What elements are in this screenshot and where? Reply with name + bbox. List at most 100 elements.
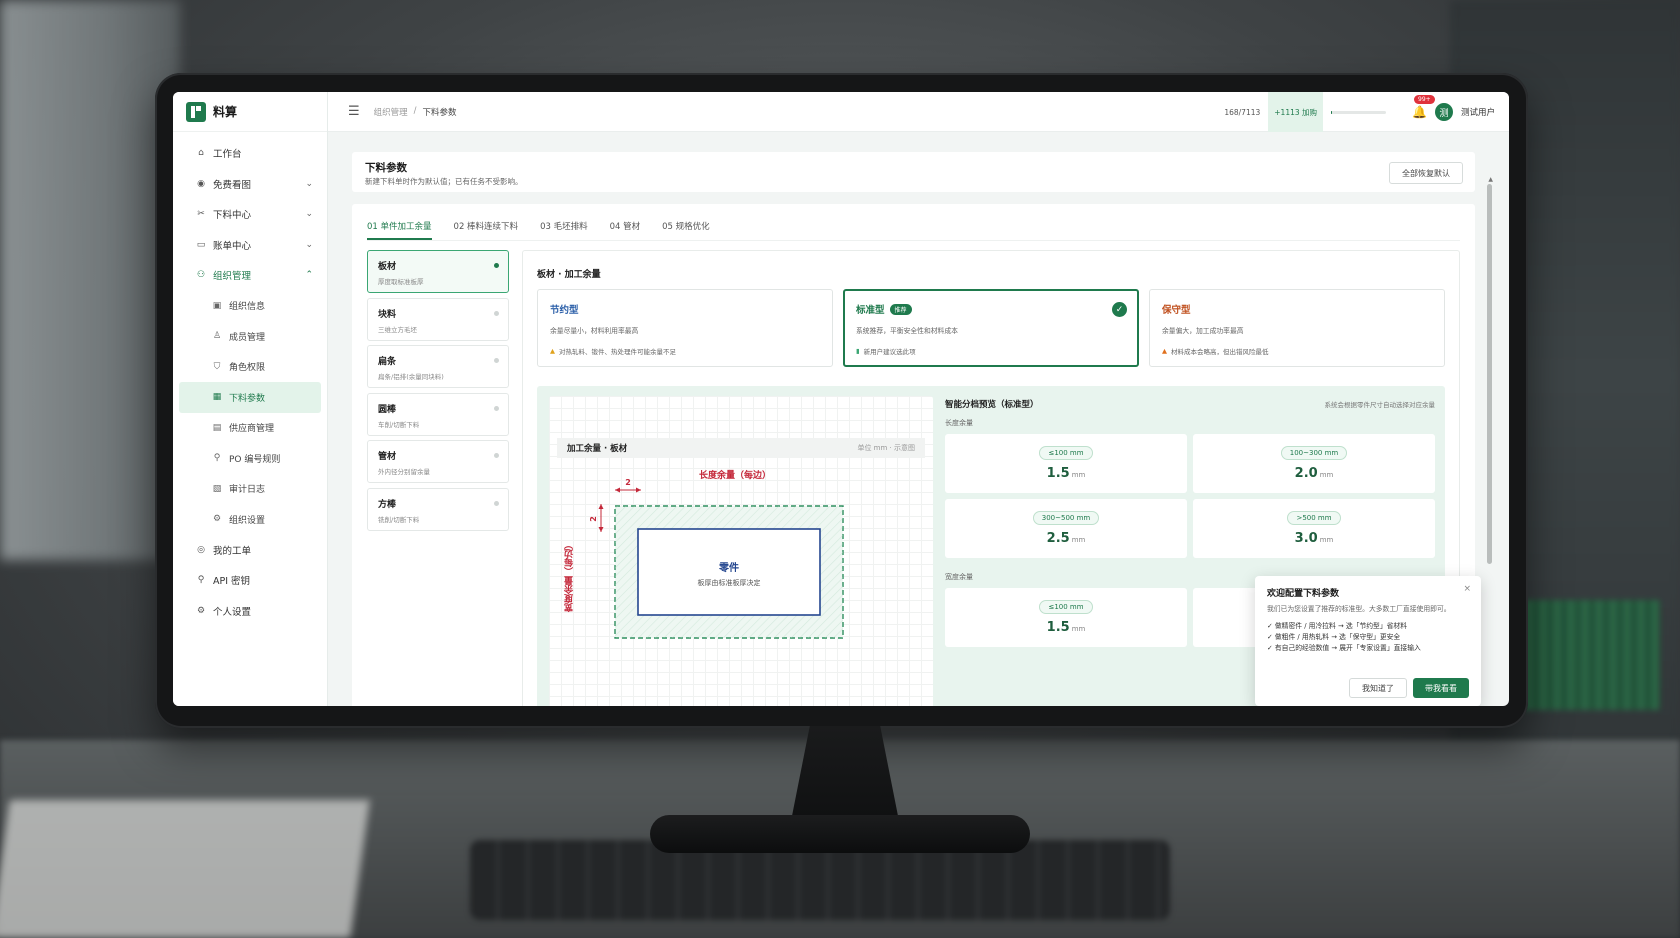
page-title: 下料参数 xyxy=(365,162,407,174)
material-desc: 车削/切断下料 xyxy=(378,420,420,429)
popup-tip: ✓ 做粗件 / 用热轧料 → 选「保守型」更安全 xyxy=(1267,632,1401,641)
close-icon[interactable]: × xyxy=(1463,584,1471,594)
sidebar-item-po-rules[interactable]: ⚲ PO 编号规则 xyxy=(173,443,327,474)
material-item-block[interactable]: 块料 三维立方毛坯 xyxy=(367,297,509,341)
sidebar-item-cutting-center[interactable]: ✂ 下料中心 ⌄ xyxy=(173,199,327,230)
tier-range: 100~300 mm xyxy=(1280,446,1348,460)
sidebar-item-label: 角色权限 xyxy=(229,363,266,374)
tier-value-number: 3.0 xyxy=(1294,531,1318,546)
sidebar-item-org-info[interactable]: ▣ 组织信息 xyxy=(173,291,327,322)
tier-value-number: 2.0 xyxy=(1294,466,1318,481)
status-dot-icon xyxy=(494,358,499,363)
tier-value: 3.0 mm xyxy=(1295,531,1334,546)
tab-blank-nesting[interactable]: 03 毛坯排料 xyxy=(540,212,588,240)
header-right: 168/7113 +1113 加购 🔔 99+ 测 测试用户 xyxy=(1224,92,1495,132)
page-header-card: 下料参数 新建下料单时作为默认值；已有任务不受影响。 全部恢复默认 xyxy=(352,152,1475,192)
tab-bar: 01 单件加工余量 02 棒料连续下料 03 毛坯排料 04 管材 05 规格优… xyxy=(367,212,710,240)
app-name: 料算 xyxy=(213,105,238,119)
popup-description: 我们已为您设置了推荐的标准型。大多数工厂直接使用即可。 xyxy=(1267,605,1451,613)
strategy-note: ▮ 新用户建议选此项 xyxy=(856,346,1126,356)
sidebar-item-suppliers[interactable]: ▤ 供应商管理 xyxy=(173,413,327,444)
strategy-note: ▲ 对热轧料、锻件、热处理件可能余量不足 xyxy=(550,346,820,356)
length-allowance-label: 长度余量（每边） xyxy=(699,471,772,481)
material-desc: 三维立方毛坯 xyxy=(378,325,417,334)
menu-toggle-icon[interactable]: ☰ xyxy=(348,104,360,119)
diagram-drawing: 2 2 零件 板厚由标准板厚决定 xyxy=(589,478,844,639)
sidebar-item-roles[interactable]: ⛉ 角色权限 xyxy=(173,352,327,383)
sidebar-item-label: 审计日志 xyxy=(229,485,266,496)
sidebar-item-org-settings[interactable]: ⚙ 组织设置 xyxy=(173,504,327,535)
strategy-standard[interactable]: 标准型 推荐 系统推荐，平衡安全性和材料成本 ▮ 新用户建议选此项 ✓ xyxy=(843,289,1139,367)
sidebar-item-label: 组织设置 xyxy=(229,515,266,526)
strategy-economy[interactable]: 节约型 余量尽量小，材料利用率最高 ▲ 对热轧料、锻件、热处理件可能余量不足 xyxy=(537,289,833,367)
username[interactable]: 测试用户 xyxy=(1461,106,1495,118)
material-desc: 厚度取标准板厚 xyxy=(378,278,424,286)
onboarding-popup: 欢迎配置下料参数 × 我们已为您设置了推荐的标准型。大多数工厂直接使用即可。 ✓… xyxy=(1255,576,1481,706)
sidebar-item-workbench[interactable]: ⌂ 工作台 xyxy=(173,138,327,169)
dismiss-button[interactable]: 我知道了 xyxy=(1349,678,1407,698)
notification-badge: 99+ xyxy=(1414,95,1435,104)
tier-cell: 100~300 mm 2.0 mm xyxy=(1193,434,1435,493)
scrollbar[interactable] xyxy=(1487,184,1492,564)
sidebar-item-members[interactable]: ♙ 成员管理 xyxy=(173,321,327,352)
material-item-flat-bar[interactable]: 扁条 扁条/铝排(余量同块料) xyxy=(367,345,509,388)
status-dot-icon xyxy=(494,453,499,458)
sidebar-item-label: 下料参数 xyxy=(229,393,266,404)
strategy-label: 标准型 xyxy=(856,305,885,316)
sidebar-item-label: 组织管理 xyxy=(213,271,252,283)
part-title: 零件 xyxy=(718,561,739,574)
config-title: 板材 · 加工余量 xyxy=(537,270,601,280)
logo-icon xyxy=(186,101,206,122)
tier-value-number: 1.5 xyxy=(1046,466,1070,481)
length-tier-grid: ≤100 mm 1.5 mm 100~300 mm 2.0 mm 300~500 m… xyxy=(945,434,1435,558)
tab-pipe[interactable]: 04 管材 xyxy=(610,212,641,240)
material-name: 圆棒 xyxy=(378,404,397,415)
sidebar-item-label: 账单中心 xyxy=(213,240,252,252)
material-item-square-bar[interactable]: 方棒 铣削/切断下料 xyxy=(367,487,509,531)
sidebar-item-org-management[interactable]: ⚇ 组织管理 ⌃ xyxy=(173,260,327,291)
bell-icon[interactable]: 🔔 99+ xyxy=(1412,95,1435,119)
sidebar-item-label: 下料中心 xyxy=(213,210,252,222)
material-name: 扁条 xyxy=(378,357,397,367)
material-list: 板材 厚度取标准板厚 块料 三维立方毛坯 扁条 扁条/铝排(余量同块料) 圆棒 … xyxy=(367,250,509,535)
quota-add-button[interactable]: +1113 加购 xyxy=(1268,92,1324,132)
sidebar-item-billing[interactable]: ▭ 账单中心 ⌄ xyxy=(173,230,327,261)
strategy-conservative[interactable]: 保守型 余量偏大，加工成功率最高 ▲ 材料成本会略高，但出错风险最低 xyxy=(1149,289,1445,367)
tier-value-number: 1.5 xyxy=(1046,620,1070,635)
guide-me-button[interactable]: 带我看看 xyxy=(1413,678,1469,698)
sidebar-item-label: 个人设置 xyxy=(213,606,252,618)
sidebar-item-api-keys[interactable]: ⚲ API 密钥 xyxy=(173,565,327,596)
tier-range: 300~500 mm xyxy=(1032,511,1100,525)
width-allowance-label: 宽度余量（每边） xyxy=(565,540,575,612)
material-desc: 扁条/铝排(余量同块料) xyxy=(378,373,444,381)
app-logo[interactable]: 料算 xyxy=(173,92,327,132)
home-icon: ⌂ xyxy=(198,148,204,159)
sidebar-item-audit-log[interactable]: ▧ 审计日志 xyxy=(173,474,327,505)
avatar[interactable]: 测 xyxy=(1434,103,1453,121)
scroll-up-icon[interactable]: ▲ xyxy=(1488,176,1493,183)
sidebar-item-cutting-params[interactable]: ▦ 下料参数 xyxy=(179,382,321,413)
tier-range: ≤100 mm xyxy=(1039,600,1093,614)
sidebar-item-my-tickets[interactable]: ◎ 我的工单 xyxy=(173,535,327,566)
reset-all-button[interactable]: 全部恢复默认 xyxy=(1389,162,1463,184)
strategy-note-text: 对热轧料、锻件、热处理件可能余量不足 xyxy=(559,348,676,356)
material-item-plate[interactable]: 板材 厚度取标准板厚 xyxy=(367,250,509,293)
material-name: 块料 xyxy=(378,309,397,320)
material-item-pipe[interactable]: 管材 外内径分别留余量 xyxy=(367,440,509,483)
app-screen: 料算 ⌂ 工作台 ◉ 免费看图 ⌄ ✂ 下料中心 ⌄ ▭ 账单中心 ⌄ ⚇ 组织… xyxy=(173,92,1509,706)
gear-icon: ⚙ xyxy=(212,514,222,525)
material-item-round-bar[interactable]: 圆棒 车削/切断下料 xyxy=(367,392,509,436)
tab-spec-optimize[interactable]: 05 规格优化 xyxy=(662,212,710,240)
flame-icon: ▲ xyxy=(1162,347,1167,355)
chevron-down-icon: ⌄ xyxy=(305,239,313,250)
quota-count: 168/7113 xyxy=(1224,107,1261,117)
tab-bar-continuous[interactable]: 02 棒料连续下料 xyxy=(454,212,519,240)
sidebar-item-personal-settings[interactable]: ⚙ 个人设置 xyxy=(173,596,327,627)
wallet-icon: ▭ xyxy=(196,239,206,250)
breadcrumb-item[interactable]: 组织管理 xyxy=(374,106,408,118)
tier-unit: mm xyxy=(1071,625,1086,633)
material-name: 管材 xyxy=(378,452,397,462)
chevron-down-icon: ⌄ xyxy=(305,178,313,189)
sidebar-item-free-viewer[interactable]: ◉ 免费看图 ⌄ xyxy=(173,169,327,200)
tab-single-allowance[interactable]: 01 单件加工余量 xyxy=(367,212,432,240)
